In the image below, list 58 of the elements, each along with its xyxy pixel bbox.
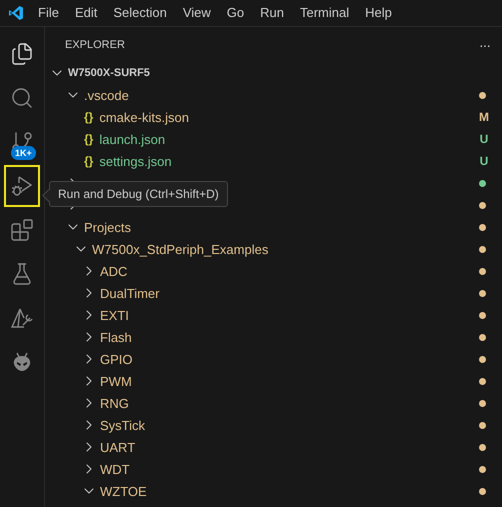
folder-name[interactable]: PWM <box>100 374 132 388</box>
json-file-icon: {} <box>84 154 94 168</box>
menu-item[interactable]: Go <box>218 0 252 26</box>
file-name[interactable]: launch.json <box>99 132 166 146</box>
folder-name[interactable]: EXTI <box>100 308 129 322</box>
workspace-name[interactable]: W7500X-SURF5 <box>68 67 150 79</box>
activity-bar-button[interactable] <box>3 164 41 208</box>
git-status-letter: U <box>478 132 490 146</box>
folder-name[interactable]: SysTick <box>100 418 146 432</box>
folder-name[interactable]: W7500x_StdPeriph_Examples <box>92 242 268 256</box>
triangle-wrench-icon <box>10 306 34 330</box>
git-status-dot <box>479 334 486 340</box>
tooltip-text: Run and Debug (Ctrl+Shift+D) <box>58 187 219 201</box>
git-status-letter: M <box>478 110 490 124</box>
app-logo-icon <box>8 5 24 21</box>
git-status-dot <box>479 466 486 472</box>
folder-name[interactable]: Flash <box>100 330 132 344</box>
git-status-dot <box>479 422 486 428</box>
menu-item[interactable]: Help <box>357 0 400 26</box>
menu-item[interactable]: View <box>174 0 219 26</box>
json-file-icon: {} <box>84 110 94 124</box>
files-icon <box>10 42 34 66</box>
folder-name[interactable]: Projects <box>84 220 131 234</box>
git-status-dot <box>479 246 486 252</box>
git-status-dot <box>479 290 486 296</box>
menu-item[interactable]: Selection <box>105 0 175 26</box>
file-name[interactable]: cmake-kits.json <box>99 110 189 124</box>
json-file-icon: {} <box>84 132 94 146</box>
more-actions-button[interactable]: ··· <box>479 36 490 52</box>
panel-title: EXPLORER <box>65 38 125 50</box>
git-status-dot <box>479 312 486 318</box>
search-icon <box>10 86 34 110</box>
git-status-dot <box>479 356 486 362</box>
extensions-icon <box>10 218 34 242</box>
menu-item[interactable]: Edit <box>66 0 106 26</box>
git-status-dot <box>479 488 486 494</box>
activity-bar-button[interactable]: 1K+ <box>0 120 44 164</box>
file-name[interactable]: settings.json <box>99 154 172 168</box>
folder-name[interactable]: WZTOE <box>100 484 147 498</box>
folder-name[interactable]: RNG <box>100 396 129 410</box>
git-status-dot <box>479 224 486 230</box>
count-badge: 1K+ <box>11 146 36 160</box>
folder-name[interactable]: DualTimer <box>100 286 160 300</box>
git-status-dot <box>479 400 486 406</box>
menu-item[interactable]: File <box>30 0 67 26</box>
folder-name[interactable]: ADC <box>100 264 128 278</box>
folder-name[interactable]: GPIO <box>100 352 133 366</box>
menu-item[interactable]: Terminal <box>292 0 358 26</box>
folder-name[interactable]: .vscode <box>84 88 129 102</box>
git-status-dot <box>479 92 486 98</box>
git-status-dot <box>479 268 486 274</box>
play-bug-icon <box>10 174 34 198</box>
menu-item[interactable]: Run <box>252 0 292 26</box>
git-status-letter: U <box>478 154 490 168</box>
git-status-dot <box>479 378 486 384</box>
git-status-dot <box>479 444 486 450</box>
folder-name[interactable]: WDT <box>100 462 130 476</box>
folder-name[interactable]: UART <box>100 440 136 454</box>
